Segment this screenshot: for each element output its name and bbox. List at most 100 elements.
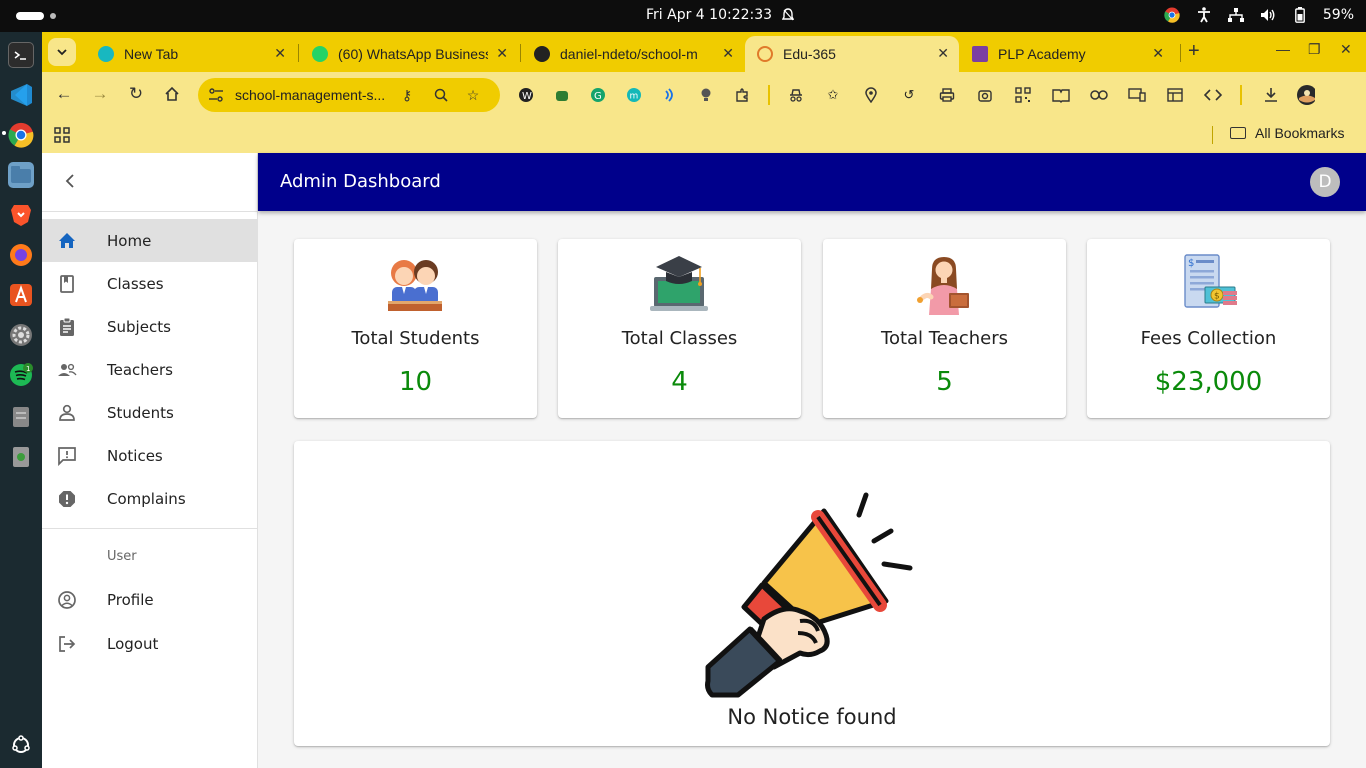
edu-icon xyxy=(757,46,773,62)
volume-icon[interactable] xyxy=(1259,6,1277,24)
cast-devices-icon[interactable] xyxy=(1128,86,1146,104)
reload-button[interactable]: ↻ xyxy=(126,84,146,104)
profile-avatar[interactable] xyxy=(1297,85,1315,105)
files-icon[interactable] xyxy=(8,162,34,188)
brave-icon[interactable] xyxy=(8,202,34,228)
sidebar-item-notices[interactable]: Notices xyxy=(42,434,257,477)
close-window-button[interactable]: ✕ xyxy=(1340,41,1352,58)
spotify-icon[interactable]: 1 xyxy=(8,362,34,388)
terminal-icon[interactable] xyxy=(8,42,34,68)
site-settings-icon[interactable] xyxy=(208,87,224,103)
avatar[interactable]: D xyxy=(1310,167,1340,197)
sidebar-item-home[interactable]: Home xyxy=(42,219,257,262)
whatsapp-icon xyxy=(312,46,328,62)
screenshot-icon[interactable] xyxy=(976,86,994,104)
close-icon[interactable]: ✕ xyxy=(722,45,734,62)
history-icon[interactable]: ↺ xyxy=(900,86,918,104)
forward-button[interactable]: → xyxy=(90,84,110,104)
bookmarks-star-icon[interactable]: ✩ xyxy=(824,86,842,104)
stat-card-students: Total Students 10 xyxy=(294,239,537,418)
sidebar-item-teachers[interactable]: Teachers xyxy=(42,348,257,391)
sidebar-item-label: Subjects xyxy=(107,317,171,336)
tab-new-tab[interactable]: New Tab ✕ xyxy=(86,36,296,72)
tab-title: daniel-ndeto/school-m xyxy=(560,46,698,62)
network-icon[interactable] xyxy=(1227,6,1245,24)
apps-grid-icon[interactable] xyxy=(54,127,70,143)
chevron-left-icon xyxy=(65,174,74,188)
collapse-drawer-button[interactable] xyxy=(58,169,82,193)
logout-icon xyxy=(59,635,76,652)
toolbar-divider xyxy=(768,85,770,105)
show-apps-icon[interactable] xyxy=(8,732,34,758)
back-button[interactable]: ← xyxy=(54,84,74,104)
workspace-dot[interactable] xyxy=(50,13,56,19)
zoom-icon[interactable] xyxy=(432,86,450,104)
home-button[interactable] xyxy=(162,84,182,104)
accessibility-icon[interactable] xyxy=(1195,6,1213,24)
close-icon[interactable]: ✕ xyxy=(496,45,508,62)
tab-plp-academy[interactable]: PLP Academy ✕ xyxy=(960,36,1174,72)
meet-extension-icon[interactable]: m xyxy=(625,86,643,104)
tab-edu-365[interactable]: Edu-365 ✕ xyxy=(745,36,959,72)
sidebar-item-students[interactable]: Students xyxy=(42,391,257,434)
download-icon[interactable] xyxy=(1262,86,1280,104)
system-clock[interactable]: Fri Apr 4 10:22:33 xyxy=(646,7,772,23)
bookmarks-divider xyxy=(1212,126,1213,144)
all-bookmarks-button[interactable]: All Bookmarks xyxy=(1230,125,1344,141)
activities-indicator[interactable] xyxy=(16,12,44,20)
reading-mode-icon[interactable] xyxy=(1052,86,1070,104)
url-text[interactable]: school-management-s... xyxy=(235,87,395,103)
app-center-icon[interactable] xyxy=(8,282,34,308)
minimize-button[interactable]: — xyxy=(1276,41,1290,57)
trash-icon[interactable] xyxy=(8,444,34,470)
firefox-icon[interactable] xyxy=(8,242,34,268)
close-icon[interactable]: ✕ xyxy=(274,45,286,62)
chrome-dock-icon[interactable] xyxy=(8,122,34,148)
battery-icon[interactable] xyxy=(1291,6,1309,24)
sidebar-item-subjects[interactable]: Subjects xyxy=(42,305,257,348)
maximize-button[interactable]: ❐ xyxy=(1308,41,1321,58)
vscode-icon[interactable] xyxy=(8,82,34,108)
address-bar[interactable]: school-management-s... ⚷ ☆ xyxy=(198,78,500,112)
battery-percentage: 59% xyxy=(1322,7,1354,23)
lightbulb-extension-icon[interactable] xyxy=(697,86,715,104)
copy-link-icon[interactable] xyxy=(1090,86,1108,104)
svg-text:m: m xyxy=(630,92,639,102)
sidebar-item-label: Notices xyxy=(107,446,163,465)
qr-code-icon[interactable] xyxy=(1014,86,1032,104)
svg-text:$: $ xyxy=(1214,292,1220,302)
location-pin-icon[interactable] xyxy=(862,86,880,104)
read-aloud-extension-icon[interactable] xyxy=(661,86,679,104)
close-icon[interactable]: ✕ xyxy=(937,45,949,62)
incognito-icon[interactable] xyxy=(787,86,805,104)
settings-icon[interactable] xyxy=(8,322,34,348)
system-tray[interactable]: 59% xyxy=(1163,6,1354,24)
notification-bell-icon[interactable] xyxy=(782,8,794,22)
sidebar-item-label: Students xyxy=(107,403,174,422)
tab-whatsapp[interactable]: (60) WhatsApp Business ✕ xyxy=(300,36,518,72)
wordpress-extension-icon[interactable]: W xyxy=(517,86,535,104)
sidebar-item-complains[interactable]: Complains xyxy=(42,477,257,520)
teachers-icon xyxy=(58,363,77,376)
extensions-puzzle-icon[interactable] xyxy=(733,86,751,104)
new-tab-button[interactable]: + xyxy=(1188,40,1200,63)
teacher-illustration-icon xyxy=(917,257,969,315)
table-view-icon[interactable] xyxy=(1166,86,1184,104)
tab-github[interactable]: daniel-ndeto/school-m ✕ xyxy=(522,36,744,72)
grammarly-extension-icon[interactable]: G xyxy=(589,86,607,104)
sidebar-item-classes[interactable]: Classes xyxy=(42,262,257,305)
android-extension-icon[interactable] xyxy=(553,86,571,104)
password-key-icon[interactable]: ⚷ xyxy=(398,86,416,104)
tab-divider xyxy=(298,44,299,62)
sidebar-item-profile[interactable]: Profile xyxy=(42,578,257,621)
sidebar-item-logout[interactable]: Logout xyxy=(42,622,257,665)
view-source-icon[interactable] xyxy=(1204,86,1222,104)
tab-title: New Tab xyxy=(124,46,179,62)
file-manager-icon[interactable] xyxy=(8,404,34,430)
print-icon[interactable] xyxy=(938,86,956,104)
tab-search-button[interactable] xyxy=(48,38,76,66)
close-icon[interactable]: ✕ xyxy=(1152,45,1164,62)
app-bar: Admin Dashboard D xyxy=(258,153,1366,211)
chrome-tray-icon[interactable] xyxy=(1163,6,1181,24)
bookmark-star-icon[interactable]: ☆ xyxy=(464,86,482,104)
